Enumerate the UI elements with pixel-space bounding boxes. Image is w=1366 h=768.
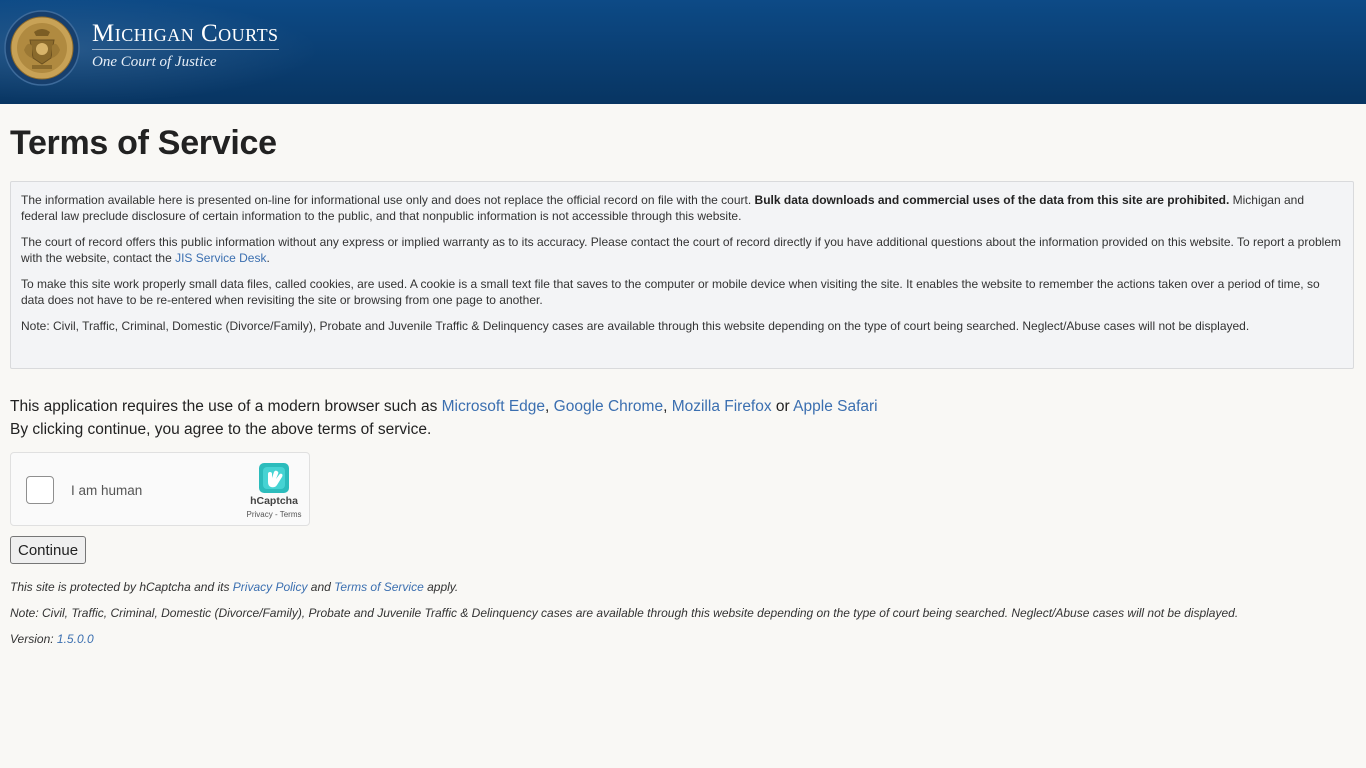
terms-p1-intro: The information available here is presen… bbox=[21, 193, 755, 207]
terms-paragraph-4: Note: Civil, Traffic, Criminal, Domestic… bbox=[21, 319, 1250, 333]
microsoft-edge-link[interactable]: Microsoft Edge bbox=[442, 398, 545, 415]
google-chrome-link[interactable]: Google Chrome bbox=[554, 398, 663, 415]
browser-sep-1: , bbox=[545, 398, 554, 415]
hcaptcha-widget: I am human hCaptcha Privacy - Terms bbox=[10, 452, 310, 526]
header-title: Michigan Courts bbox=[92, 20, 279, 50]
hcaptcha-brand: hCaptcha bbox=[250, 495, 298, 507]
terms-paragraph-1: The information available here is presen… bbox=[21, 192, 1343, 224]
page-title: Terms of Service bbox=[10, 124, 277, 162]
version-link[interactable]: 1.5.0.0 bbox=[57, 632, 94, 646]
michigan-seal-icon[interactable] bbox=[4, 10, 80, 86]
hcaptcha-dash: - bbox=[272, 510, 280, 519]
browser-intro: This application requires the use of a m… bbox=[10, 398, 442, 415]
protected-apply: apply. bbox=[423, 580, 459, 594]
version-line: Version: 1.5.0.0 bbox=[10, 632, 94, 646]
browser-or: or bbox=[771, 398, 794, 415]
header-brand[interactable]: Michigan Courts One Court of Justice bbox=[92, 20, 279, 71]
hcaptcha-links: Privacy - Terms bbox=[239, 510, 309, 519]
terms-p2-end: . bbox=[266, 251, 270, 265]
apple-safari-link[interactable]: Apple Safari bbox=[793, 398, 877, 415]
case-types-note: Note: Civil, Traffic, Criminal, Domestic… bbox=[10, 606, 1239, 620]
hcaptcha-protection-note: This site is protected by hCaptcha and i… bbox=[10, 580, 458, 594]
hcaptcha-privacy-link[interactable]: Privacy bbox=[247, 510, 273, 519]
version-label: Version: bbox=[10, 632, 57, 646]
privacy-policy-link[interactable]: Privacy Policy bbox=[233, 580, 308, 594]
hcaptcha-label: I am human bbox=[71, 483, 143, 498]
browser-sep-2: , bbox=[663, 398, 672, 415]
site-header: Michigan Courts One Court of Justice bbox=[0, 0, 1366, 104]
mozilla-firefox-link[interactable]: Mozilla Firefox bbox=[672, 398, 772, 415]
agree-text: By clicking continue, you agree to the a… bbox=[10, 421, 432, 438]
header-subtitle: One Court of Justice bbox=[92, 54, 217, 70]
terms-p1-bold: Bulk data downloads and commercial uses … bbox=[754, 193, 1230, 207]
browser-requirement: This application requires the use of a m… bbox=[10, 398, 878, 416]
hcaptcha-checkbox[interactable] bbox=[26, 476, 54, 504]
terms-paragraph-3: To make this site work properly small da… bbox=[21, 277, 1320, 307]
protected-and: and bbox=[307, 580, 335, 594]
terms-paragraph-2: The court of record offers this public i… bbox=[21, 234, 1343, 266]
terms-of-service-link[interactable]: Terms of Service bbox=[334, 580, 424, 594]
continue-button[interactable]: Continue bbox=[10, 536, 87, 564]
terms-box: The information available here is presen… bbox=[10, 181, 1354, 369]
hcaptcha-terms-link[interactable]: Terms bbox=[280, 510, 302, 519]
jis-service-desk-link[interactable]: JIS Service Desk bbox=[175, 251, 266, 265]
hcaptcha-logo-icon bbox=[259, 463, 289, 493]
protected-intro: This site is protected by hCaptcha and i… bbox=[10, 580, 233, 594]
